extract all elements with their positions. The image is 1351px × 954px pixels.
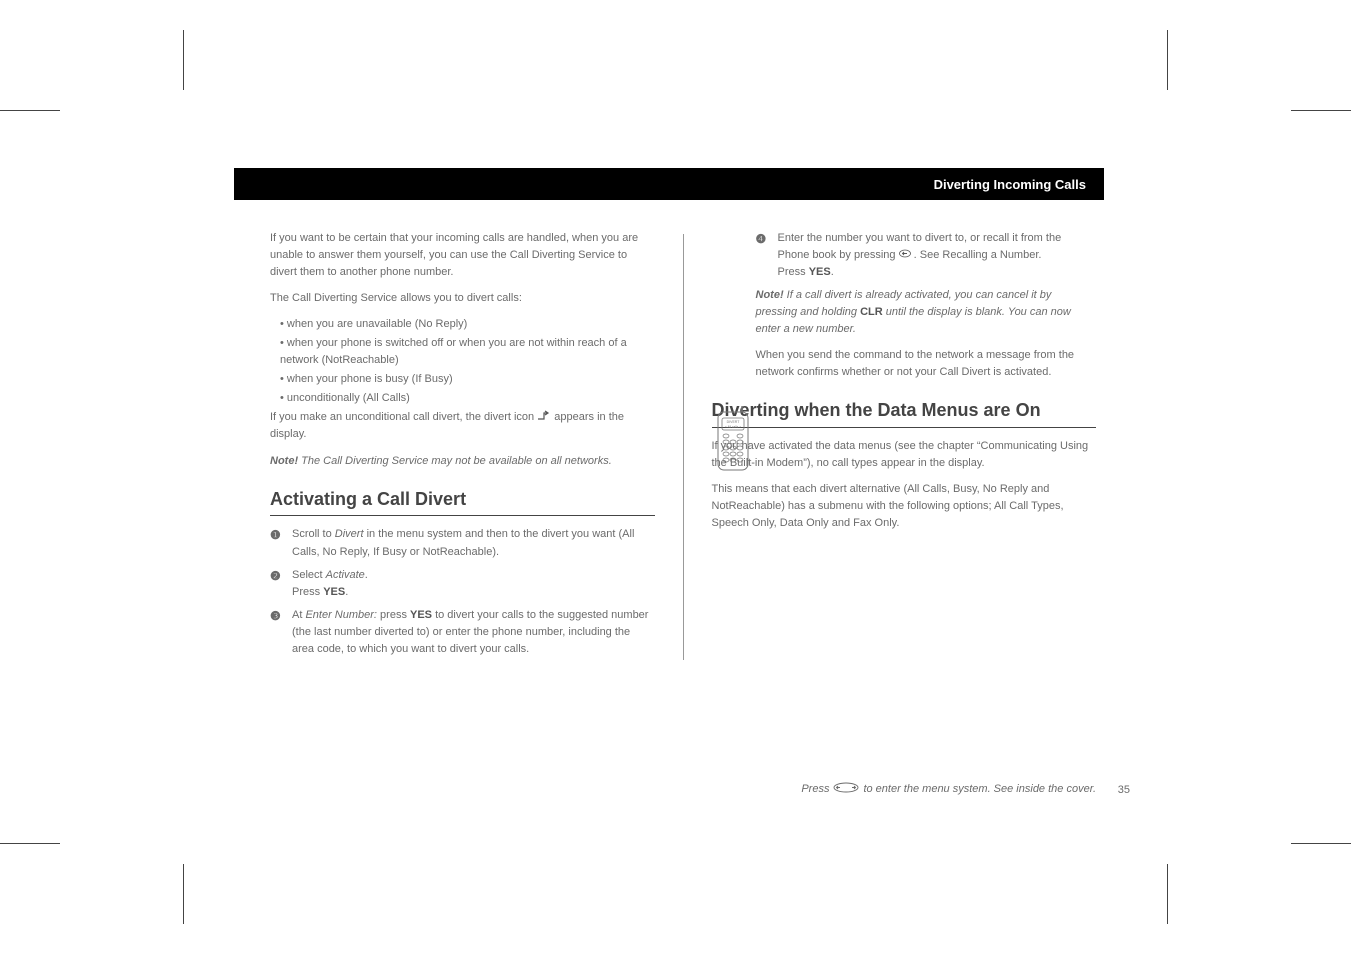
crop-mark bbox=[0, 843, 60, 844]
footer-text: Press bbox=[801, 783, 829, 795]
step-body: Enter the number you want to divert to, … bbox=[778, 230, 1097, 281]
phone-screen-line1: DIVERT bbox=[726, 420, 740, 424]
heading-data-menus: Diverting when the Data Menus are On bbox=[712, 397, 1097, 428]
text: Select bbox=[292, 569, 326, 581]
note-2: Note! If a call divert is already activa… bbox=[756, 287, 1097, 338]
crop-mark bbox=[1291, 110, 1351, 111]
footer-text: to enter the menu system. See inside the… bbox=[863, 783, 1096, 795]
heading-activating: Activating a Call Divert bbox=[270, 486, 655, 517]
crop-mark bbox=[183, 864, 184, 924]
step-number-icon: ❹ bbox=[756, 230, 770, 281]
intro-paragraph-3: If you make an unconditional call divert… bbox=[270, 409, 655, 443]
prompt-text: Enter Number: bbox=[305, 609, 377, 621]
list-item: when you are unavailable (No Reply) bbox=[280, 316, 655, 333]
intro-paragraph-2: The Call Diverting Service allows you to… bbox=[270, 290, 655, 307]
note-label: Note! bbox=[270, 455, 298, 467]
data-menus-paragraph-1: If you have activated the data menus (se… bbox=[712, 438, 1097, 472]
step-body: At Enter Number: press YES to divert you… bbox=[292, 607, 655, 658]
step-number-icon: ❸ bbox=[270, 607, 284, 658]
key-yes: YES bbox=[809, 266, 831, 278]
phone-screen-line2: < All calls > bbox=[724, 425, 740, 429]
text: At bbox=[292, 609, 305, 621]
intro-paragraph-1: If you want to be certain that your inco… bbox=[270, 230, 655, 281]
menu-name: Activate bbox=[326, 569, 365, 581]
step-4: ❹ Enter the number you want to divert to… bbox=[756, 230, 1097, 281]
page-number: 35 bbox=[1118, 784, 1130, 796]
list-item: unconditionally (All Calls) bbox=[280, 390, 655, 407]
divert-icon bbox=[537, 410, 551, 421]
note-body: The Call Diverting Service may not be av… bbox=[298, 455, 612, 467]
step-3: ❸ At Enter Number: press YES to divert y… bbox=[270, 607, 655, 658]
step-1: ❶ Scroll to Divert in the menu system an… bbox=[270, 526, 655, 560]
network-confirmation-text: When you send the command to the network… bbox=[756, 347, 1097, 381]
left-arrow-icon bbox=[899, 249, 914, 261]
crop-mark bbox=[183, 30, 184, 90]
key-yes: YES bbox=[323, 586, 345, 598]
nav-key-icon bbox=[833, 782, 859, 796]
menu-name: Divert bbox=[335, 528, 364, 540]
crop-mark bbox=[1167, 864, 1168, 924]
text: If you make an unconditional call divert… bbox=[270, 411, 537, 423]
text: . bbox=[345, 586, 348, 598]
text: . bbox=[831, 266, 834, 278]
step-number-icon: ❶ bbox=[270, 526, 284, 560]
text: press bbox=[377, 609, 410, 621]
text: Scroll to bbox=[292, 528, 335, 540]
key-yes: YES bbox=[410, 609, 432, 621]
step-number-icon: ❷ bbox=[270, 567, 284, 601]
crop-mark bbox=[0, 110, 60, 111]
step-2: ❷ Select Activate. Press YES. bbox=[270, 567, 655, 601]
page-content: Diverting Incoming Calls If you want to … bbox=[234, 168, 1104, 758]
data-menus-paragraph-2: This means that each divert alternative … bbox=[712, 481, 1097, 532]
footer-hint: Press to enter the menu system. See insi… bbox=[801, 782, 1096, 796]
header-bar: Diverting Incoming Calls bbox=[234, 168, 1104, 200]
page-title: Diverting Incoming Calls bbox=[934, 177, 1086, 192]
key-clr: CLR bbox=[860, 306, 883, 318]
left-column: If you want to be certain that your inco… bbox=[234, 230, 655, 664]
crop-mark bbox=[1291, 843, 1351, 844]
list-item: when your phone is busy (If Busy) bbox=[280, 371, 655, 388]
note-1: Note! The Call Diverting Service may not… bbox=[270, 453, 655, 470]
phone-illustration: DIVERT < All calls > bbox=[716, 406, 750, 486]
step-body: Scroll to Divert in the menu system and … bbox=[292, 526, 655, 560]
list-item: when your phone is switched off or when … bbox=[280, 335, 655, 369]
right-column: ❹ Enter the number you want to divert to… bbox=[712, 230, 1105, 664]
step-body: Select Activate. Press YES. bbox=[292, 567, 655, 601]
note-label: Note! bbox=[756, 289, 784, 301]
crop-mark bbox=[1167, 30, 1168, 90]
column-divider bbox=[683, 234, 684, 660]
divert-conditions-list: when you are unavailable (No Reply) when… bbox=[280, 316, 655, 407]
